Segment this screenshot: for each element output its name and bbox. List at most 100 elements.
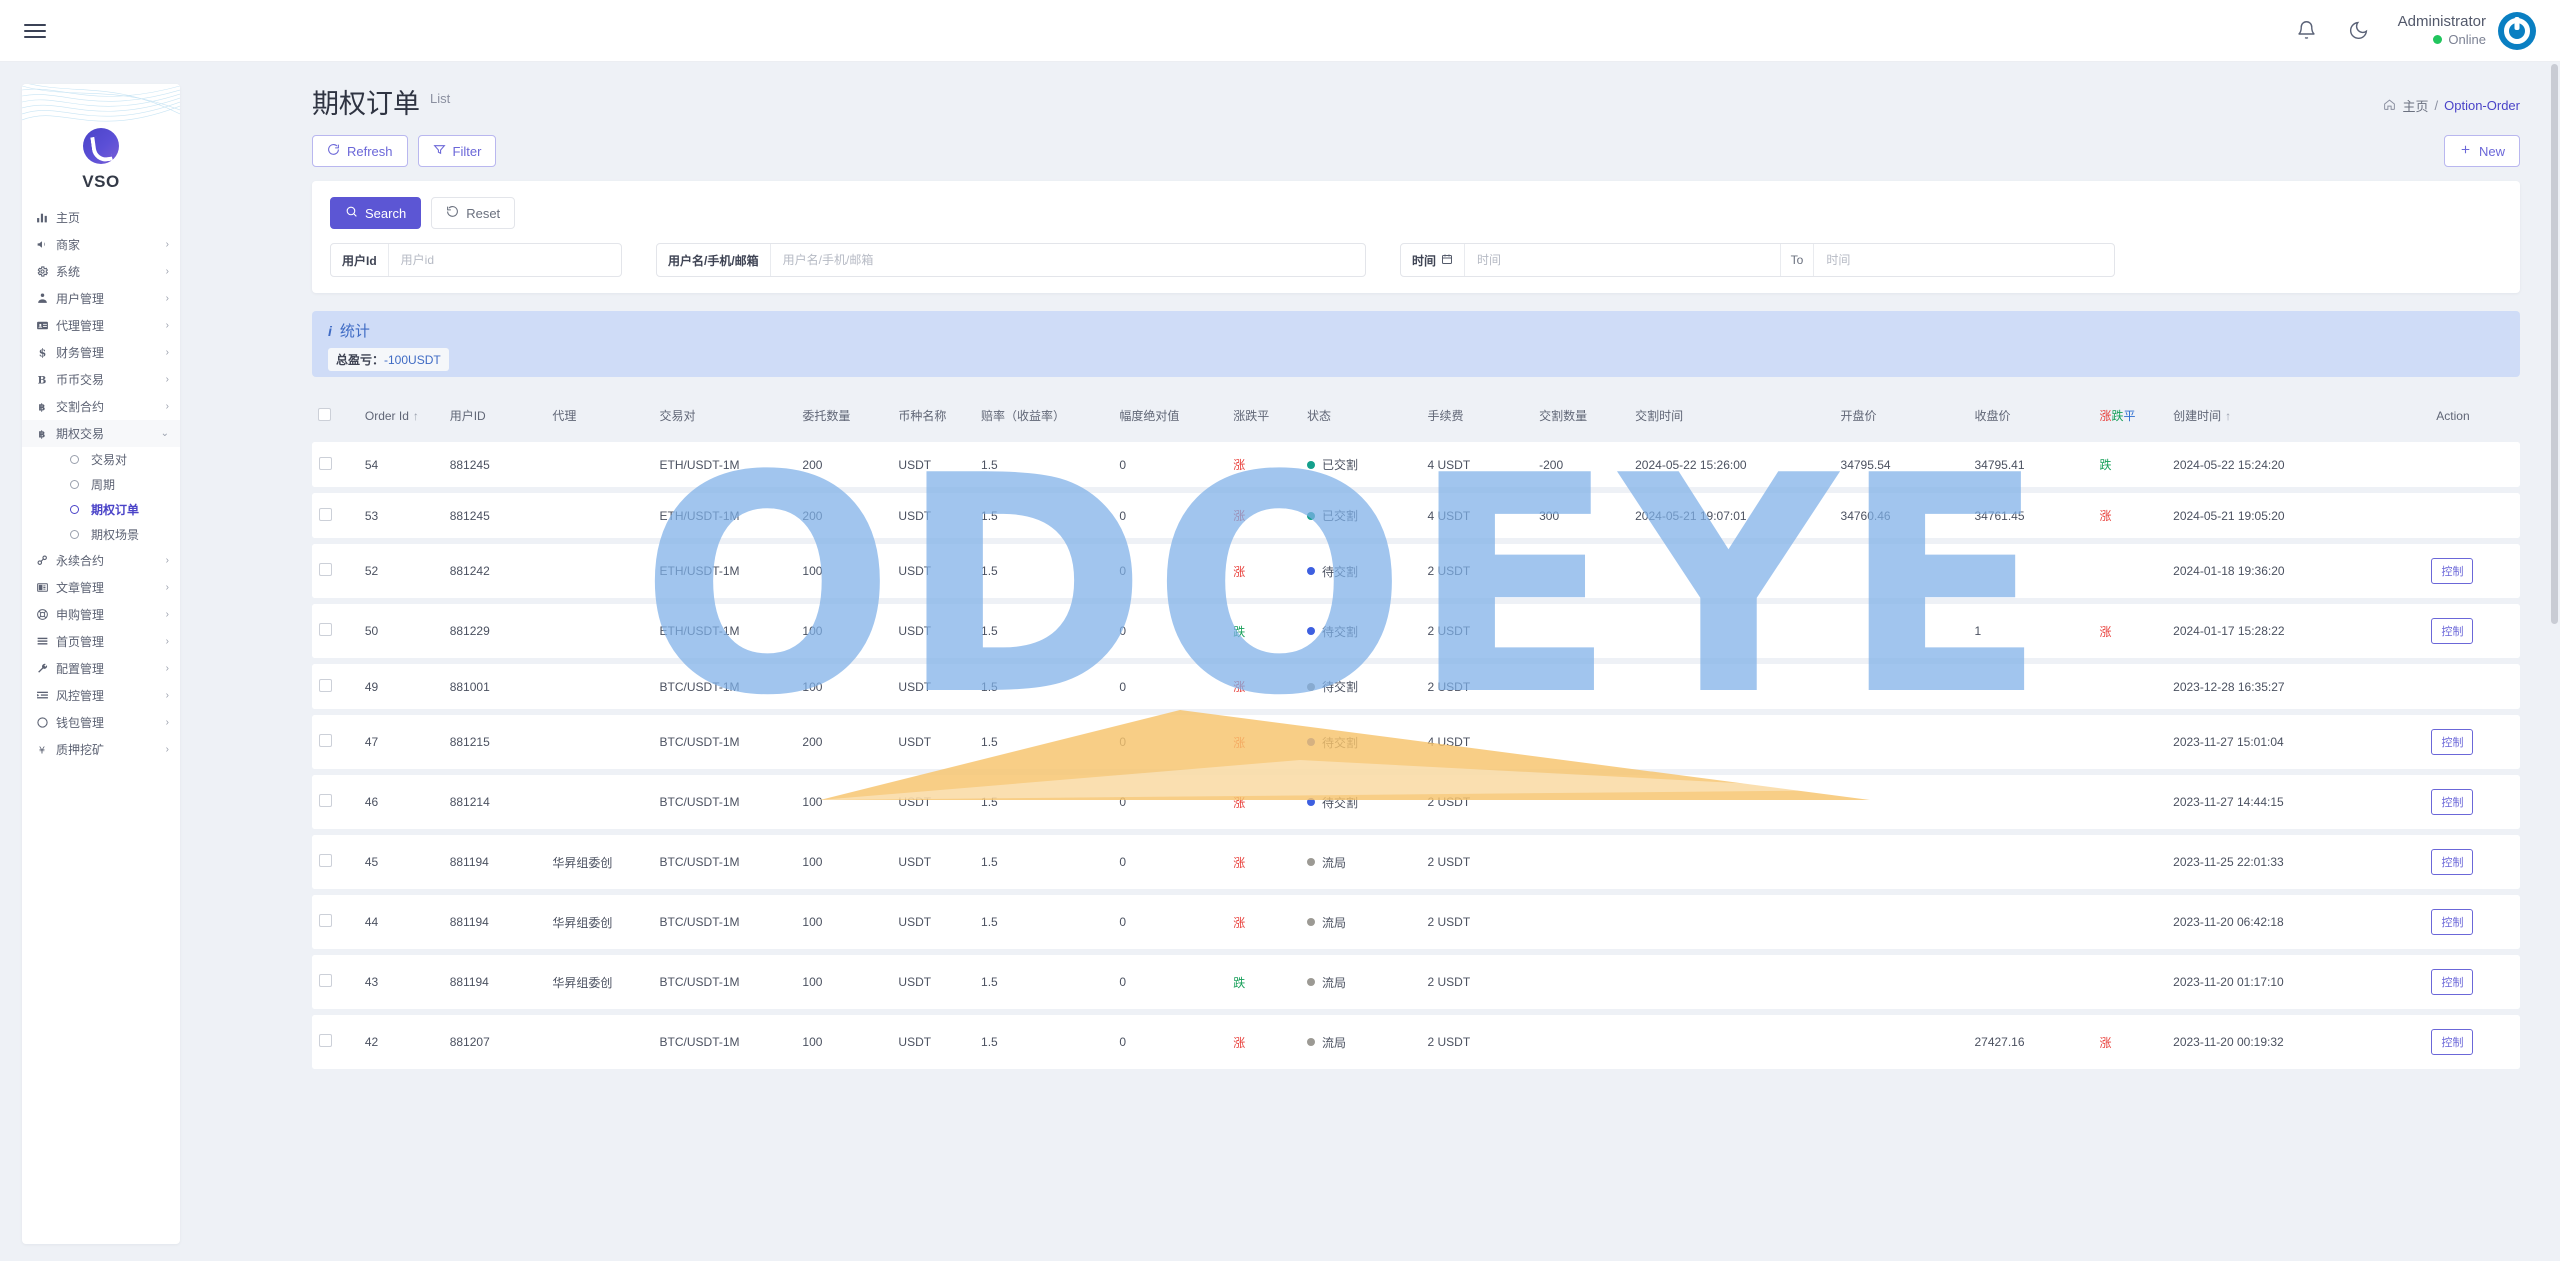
ud-flag: 涨 [1233, 855, 1246, 870]
row-checkbox[interactable] [319, 563, 332, 576]
cell-coin: USDT [892, 1015, 976, 1069]
time-end-input[interactable] [1814, 244, 2114, 276]
userid-field[interactable]: 用户Id [330, 243, 622, 277]
sidebar-item-申购管理[interactable]: 申购管理 › [22, 601, 180, 628]
sidebar-item-交割合约[interactable]: ฿ 交割合约 › [22, 393, 180, 420]
cell-ud2 [2093, 835, 2168, 889]
table-row[interactable]: 47 881215 BTC/USDT-1M 200 USDT 1.5 0 涨 待交割 4 USDT… [312, 715, 2520, 769]
cell-action[interactable]: 控制 [2385, 715, 2520, 769]
control-button[interactable]: 控制 [2431, 618, 2474, 644]
cell-select[interactable] [312, 955, 359, 1009]
sidebar-item-文章管理[interactable]: 文章管理 › [22, 574, 180, 601]
sidebar-item-永续合约[interactable]: 永续合约 › [22, 547, 180, 574]
cell-select[interactable] [312, 1015, 359, 1069]
row-checkbox[interactable] [319, 507, 332, 521]
sidebar-item-系统[interactable]: 系统 › [22, 258, 180, 285]
row-checkbox[interactable] [319, 734, 332, 747]
row-checkbox[interactable] [319, 794, 332, 807]
hamburger-icon[interactable] [18, 14, 52, 48]
table-row[interactable]: 46 881214 BTC/USDT-1M 100 USDT 1.5 0 涨 待交割 2 USDT… [312, 775, 2520, 829]
table-row[interactable]: 44 881194 华昇组委创 BTC/USDT-1M 100 USDT 1.5 0 涨 流局 2 … [312, 895, 2520, 949]
sidebar-item-首页管理[interactable]: 首页管理 › [22, 628, 180, 655]
cell-select[interactable] [312, 664, 359, 709]
select-all-checkbox[interactable] [318, 407, 331, 421]
sidebar-item-期权交易[interactable]: ฿ 期权交易 ⌄ [22, 420, 180, 447]
table-row[interactable]: 42 881207 BTC/USDT-1M 100 USDT 1.5 0 涨流局 2 USDT 2… [312, 1015, 2520, 1069]
sidebar-item-label: 币币交易 [56, 373, 105, 387]
time-range-field[interactable]: 时间 To [1400, 243, 2115, 277]
sidebar-item-用户管理[interactable]: 用户管理 › [22, 285, 180, 312]
sidebar-subitem-期权订单[interactable]: 期权订单 [22, 497, 180, 522]
cell-action[interactable]: 控制 [2385, 955, 2520, 1009]
row-checkbox[interactable] [319, 623, 332, 636]
sidebar-item-风控管理[interactable]: 风控管理 › [22, 682, 180, 709]
cell-action[interactable]: 控制 [2385, 604, 2520, 658]
cell-select[interactable] [312, 895, 359, 949]
control-button[interactable]: 控制 [2431, 909, 2474, 935]
sidebar-item-钱包管理[interactable]: 钱包管理 › [22, 709, 180, 736]
cell-select[interactable] [312, 775, 359, 829]
th-order-id[interactable]: Order Id ↑ [359, 397, 444, 436]
sidebar-item-代理管理[interactable]: 代理管理 › [22, 312, 180, 339]
control-button[interactable]: 控制 [2431, 1029, 2474, 1055]
sidebar-item-商家[interactable]: 商家 › [22, 231, 180, 258]
th-create-time[interactable]: 创建时间 ↑ [2167, 397, 2386, 436]
sidebar-item-财务管理[interactable]: $ 财务管理 › [22, 339, 180, 366]
sidebar-item-配置管理[interactable]: 配置管理 › [22, 655, 180, 682]
control-button[interactable]: 控制 [2431, 969, 2474, 995]
sidebar-subitem-交易对[interactable]: 交易对 [22, 447, 180, 472]
reset-button[interactable]: Reset [431, 197, 516, 229]
time-start-input[interactable] [1465, 244, 1780, 276]
sidebar-item-主页[interactable]: 主页 [22, 204, 180, 231]
row-checkbox[interactable] [319, 1034, 332, 1047]
refresh-button[interactable]: Refresh [312, 135, 408, 167]
cell-select[interactable] [312, 544, 359, 598]
cell-action[interactable]: 控制 [2385, 835, 2520, 889]
sidebar-item-质押挖矿[interactable]: ¥ 质押挖矿 › [22, 736, 180, 763]
cell-select[interactable] [312, 715, 359, 769]
cell-action[interactable]: 控制 [2385, 1015, 2520, 1069]
control-button[interactable]: 控制 [2431, 729, 2474, 755]
cell-select[interactable] [312, 604, 359, 658]
table-row[interactable]: 49 881001 BTC/USDT-1M 100 USDT 1.5 0 涨 待交割 2 USDT… [312, 664, 2520, 709]
table-row[interactable]: 45 881194 华昇组委创 BTC/USDT-1M 100 USDT 1.5 0 涨 流局 2 … [312, 835, 2520, 889]
filter-label: Filter [452, 143, 482, 159]
control-button[interactable]: 控制 [2431, 849, 2474, 875]
table-row[interactable]: 53 881245 ETH/USDT-1M 200 USDT 1.5 0 涨已交割 4 USDT… [312, 493, 2520, 538]
status-dot-icon [1306, 798, 1315, 806]
cell-action[interactable]: 控制 [2385, 895, 2520, 949]
row-checkbox[interactable] [319, 974, 332, 987]
search-button[interactable]: Search [330, 197, 422, 229]
username-input[interactable] [770, 244, 1365, 276]
filter-button[interactable]: Filter [417, 135, 497, 167]
sidebar-subitem-期权场景[interactable]: 期权场景 [22, 522, 180, 547]
sidebar-subitem-周期[interactable]: 周期 [22, 472, 180, 497]
bell-icon[interactable] [2294, 18, 2320, 44]
username-field[interactable]: 用户名/手机/邮箱 [656, 243, 1366, 277]
row-checkbox[interactable] [319, 914, 332, 927]
cell-user-id: 881229 [443, 604, 547, 658]
moon-icon[interactable] [2346, 18, 2372, 44]
cell-select[interactable] [312, 835, 359, 889]
avatar[interactable] [2498, 11, 2536, 50]
cell-action[interactable]: 控制 [2385, 544, 2520, 598]
breadcrumb-home[interactable]: 主页 [2402, 96, 2428, 115]
user-menu[interactable]: Administrator Online [2398, 11, 2536, 50]
table-row[interactable]: 50 881229 ETH/USDT-1M 100 USDT 1.5 0 跌 待交割 2 USDT… [312, 604, 2520, 658]
control-button[interactable]: 控制 [2431, 789, 2474, 815]
page-scrollbar[interactable] [2551, 64, 2558, 624]
table-row[interactable]: 54 881245 ETH/USDT-1M 200 USDT 1.5 0 涨 已交割 4 USDT… [312, 442, 2520, 487]
table-row[interactable]: 52 881242 ETH/USDT-1M 100 USDT 1.5 0 涨 待交割 2 USDT… [312, 544, 2520, 598]
cell-select[interactable] [312, 442, 359, 487]
row-checkbox[interactable] [319, 678, 332, 692]
userid-input[interactable] [388, 244, 621, 276]
new-button[interactable]: New [2443, 135, 2520, 167]
cell-rate: 1.5 [975, 835, 1114, 889]
row-checkbox[interactable] [319, 456, 332, 470]
row-checkbox[interactable] [319, 854, 332, 867]
sidebar-item-币币交易[interactable]: B 币币交易 › [22, 366, 180, 393]
cell-action[interactable]: 控制 [2385, 775, 2520, 829]
control-button[interactable]: 控制 [2431, 558, 2474, 584]
cell-select[interactable] [312, 493, 359, 538]
table-row[interactable]: 43 881194 华昇组委创 BTC/USDT-1M 100 USDT 1.5 0 跌 流局 2 … [312, 955, 2520, 1009]
